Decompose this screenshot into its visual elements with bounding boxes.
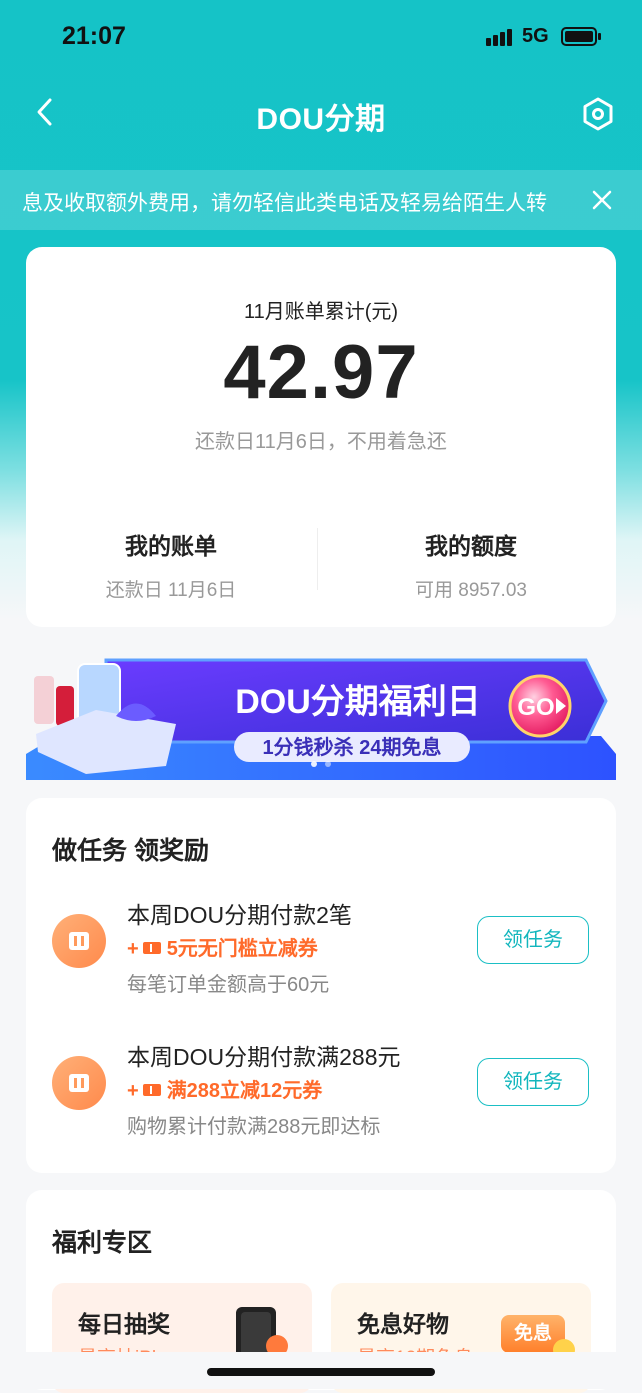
cosmetics-bottle-icon [34, 676, 54, 724]
carousel-dot [325, 761, 331, 767]
notice-text: 息及收取额外费用，请勿轻信此类电话及轻易给陌生人转 [22, 192, 547, 215]
divider [317, 528, 318, 590]
bill-label: 11月账单累计(元) [243, 301, 399, 323]
my-limit-sub: 可用 8957.03 [415, 580, 527, 601]
status-time: 21:07 [62, 22, 126, 50]
task-item: 本周DOU分期付款2笔 +5元无门槛立减券 每笔订单金额高于60元 领任务 [26, 896, 616, 1016]
my-bill-entry[interactable]: 我的账单 还款日 11月6日 [26, 527, 316, 602]
home-indicator [207, 1368, 435, 1376]
settings-icon[interactable] [580, 96, 616, 132]
task-icon [52, 914, 106, 968]
task-desc: 每笔订单金额高于60元 [127, 974, 330, 996]
battery-icon [561, 27, 601, 46]
claim-task-button[interactable]: 领任务 [477, 916, 589, 964]
bill-amount: 42.97 [223, 330, 419, 415]
promo-banner[interactable]: DOU分期福利日 1分钱秒杀 24期免息 GO [26, 646, 616, 782]
task-icon [52, 1056, 106, 1110]
close-icon[interactable] [590, 188, 614, 212]
due-date-text: 还款日11月6日，不用着急还 [195, 431, 447, 453]
signal-icon [486, 28, 514, 46]
nav-bar: DOU分期 [0, 82, 642, 142]
tasks-card: 做任务 领奖励 本周DOU分期付款2笔 +5元无门槛立减券 每笔订单金额高于60… [26, 798, 616, 1173]
task-item: 本周DOU分期付款满288元 + 满288立减12元券 购物累计付款满288元即达… [26, 1038, 616, 1158]
network-type: 5G [522, 25, 549, 47]
tile-title: 每日抽奖 [78, 1311, 170, 1337]
welfare-title: 福利专区 [52, 1229, 153, 1257]
claim-task-button[interactable]: 领任务 [477, 1058, 589, 1106]
status-bar: 21:07 5G [0, 0, 642, 72]
task-title: 本周DOU分期付款满288元 [127, 1044, 401, 1070]
task-reward: + 满288立减12元券 [127, 1080, 323, 1102]
tasks-title: 做任务 领奖励 [52, 837, 209, 865]
bill-summary-card: 11月账单累计(元) 42.97 还款日11月6日，不用着急还 我的账单 还款日… [26, 247, 616, 627]
task-title: 本周DOU分期付款2笔 [127, 902, 352, 928]
banner-title: DOU分期福利日 [235, 683, 481, 721]
banner-subtitle: 1分钱秒杀 24期免息 [263, 735, 442, 759]
carousel-dot [311, 761, 317, 767]
tile-title: 免息好物 [357, 1311, 449, 1337]
coupon-icon [142, 1084, 161, 1096]
go-label: GO [517, 694, 554, 721]
notice-bar: 息及收取额外费用，请勿轻信此类电话及轻易给陌生人转 [0, 170, 642, 230]
my-limit-title: 我的额度 [425, 533, 517, 559]
my-limit-entry[interactable]: 我的额度 可用 8957.03 [326, 527, 616, 602]
coupon-icon [142, 942, 161, 954]
task-desc: 购物累计付款满288元即达标 [127, 1116, 381, 1138]
task-reward: +5元无门槛立减券 [127, 938, 318, 960]
my-bill-title: 我的账单 [125, 533, 217, 559]
my-bill-sub: 还款日 11月6日 [105, 580, 237, 601]
page-title: DOU分期 [256, 103, 386, 136]
